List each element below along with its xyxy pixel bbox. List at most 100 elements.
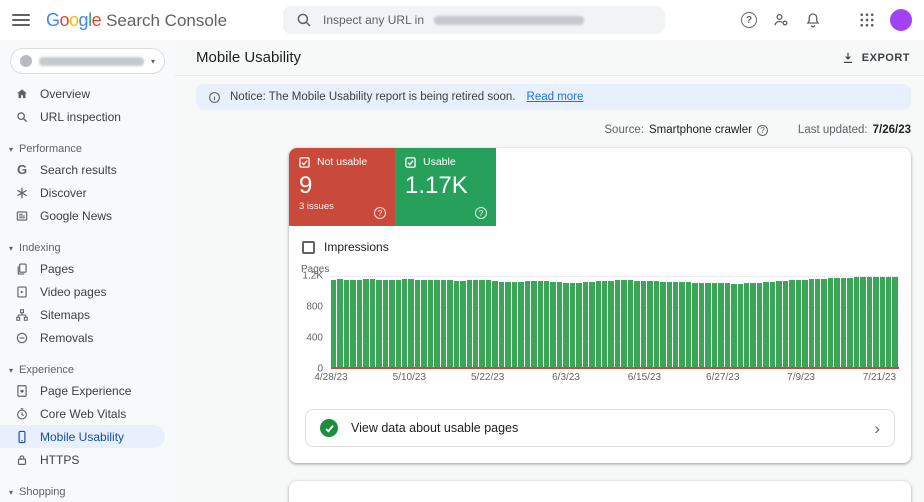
checked-checkbox-icon[interactable] [405,156,416,168]
x-tick-label: 5/22/23 [471,372,505,383]
usable-bar [460,280,466,369]
usable-bar [660,281,666,369]
retirement-notice-banner: Notice: The Mobile Usability report is b… [196,84,911,110]
source-value: Smartphone crawler [649,124,752,136]
notifications-bell-icon[interactable] [804,11,822,29]
sidebar-item-discover[interactable]: Discover [0,181,175,204]
usable-bar [640,280,647,369]
usable-bar [602,280,608,369]
sidebar-item-search-results[interactable]: G Search results [0,158,175,181]
core-web-vitals-icon [15,407,29,421]
sidebar-item-removals[interactable]: Removals [0,326,175,349]
x-ticks: 4/28/23 5/10/23 5/22/23 6/3/23 6/15/23 6/27/2… [314,372,899,387]
usable-bar [731,283,737,369]
usable-bar [866,277,873,369]
redacted-url [434,15,584,25]
sidebar-item-mobile-usability[interactable]: Mobile Usability [0,425,165,448]
usable-bar [447,280,453,369]
help-question-icon[interactable]: ? [374,207,386,219]
usable-bar [466,280,472,369]
sidebar-item-google-news[interactable]: Google News [0,204,175,227]
sidebar-item-page-experience[interactable]: Page Experience [0,379,175,402]
url-inspect-search-input[interactable]: Inspect any URL in [283,6,666,34]
collapse-caret-icon: ▾ [9,144,14,154]
app-logo[interactable]: Google Search Console [46,10,227,31]
usable-count: 1.17K [405,172,468,199]
y-axis-title: Pages [301,264,330,275]
usable-bar [331,279,337,369]
view-usable-label: View data about usable pages [351,421,519,435]
usable-bar [821,278,827,369]
usable-label: Usable [423,156,456,168]
checked-checkbox-icon[interactable] [299,156,310,168]
x-tick-label: 6/3/23 [552,372,580,383]
sidebar-item-https[interactable]: HTTPS [0,448,175,471]
issues-count: 3 issues [299,201,334,213]
usable-bar [847,277,853,369]
not-usable-tile[interactable]: Not usable 9 3 issues ? [289,148,395,226]
not-usable-count: 9 [299,172,313,199]
usable-bar [608,280,614,369]
usable-bar [718,283,724,369]
redacted-property-name [39,56,144,66]
help-question-icon[interactable]: ? [475,207,487,219]
usable-bar [356,279,363,369]
help-icon[interactable]: ? [740,11,758,29]
usable-bar [666,281,673,369]
sidebar-item-url-inspection[interactable]: URL inspection [0,105,175,128]
usable-bar [705,282,711,369]
x-tick-label: 6/27/23 [706,372,740,383]
view-usable-pages-row[interactable]: View data about usable pages › [305,409,895,447]
unchecked-checkbox-icon[interactable] [302,240,315,254]
nav-section-experience[interactable]: ▾ Experience [9,364,175,376]
usable-bar [556,282,563,369]
impressions-toggle[interactable]: Impressions [302,240,911,254]
usable-bar [434,279,440,369]
usable-bar [363,279,369,369]
usable-bar [776,281,782,369]
news-icon [15,209,29,223]
usable-bar [472,280,479,369]
y-tick-label: 1.2K [302,270,323,282]
property-selector[interactable]: ▾ [10,48,165,74]
help-question-icon[interactable]: ? [756,124,768,136]
account-settings-icon[interactable] [772,11,790,29]
read-more-link[interactable]: Read more [527,91,584,103]
usable-bar [421,280,427,369]
usable-tile[interactable]: Usable 1.17K ? [395,148,496,226]
usable-bar [414,279,421,369]
usable-bar [337,279,343,369]
avatar[interactable] [890,9,912,31]
usable-bar [453,280,460,369]
sidebar-item-video-pages[interactable]: Video pages [0,280,175,303]
nav-section-indexing[interactable]: ▾ Indexing [9,242,175,254]
page-title: Mobile Usability [196,49,302,66]
usable-bar [511,282,518,369]
nav-section-shopping[interactable]: ▾ Shopping [9,486,175,498]
sidebar-item-core-web-vitals[interactable]: Core Web Vitals [0,402,175,425]
usable-bar [892,276,898,369]
plot-area[interactable] [331,276,899,369]
x-tick-label: 7/9/23 [787,372,815,383]
nav-section-performance[interactable]: ▾ Performance [9,143,175,155]
main-pane: Mobile Usability EXPORT Notice: The Mobi… [175,40,924,502]
collapse-caret-icon: ▾ [9,365,14,375]
info-icon [208,91,221,104]
usable-bar [531,281,537,369]
usable-bar [614,280,621,369]
usable-bar [647,280,653,369]
google-apps-grid-icon[interactable] [858,11,876,29]
sidebar-item-overview[interactable]: Overview [0,82,175,105]
sidebar-item-sitemaps[interactable]: Sitemaps [0,303,175,326]
sidebar-item-pages[interactable]: Pages [0,257,175,280]
export-button[interactable]: EXPORT [841,51,910,65]
usable-bar [350,280,356,369]
menu-icon[interactable] [12,14,30,26]
app-window: Google Search Console Inspect any URL in… [0,0,924,502]
download-icon [843,52,852,63]
usable-bar [711,283,718,369]
usable-bar [440,279,447,369]
usable-bar [679,282,685,369]
usable-bar [769,281,776,369]
usable-bar [505,282,511,369]
